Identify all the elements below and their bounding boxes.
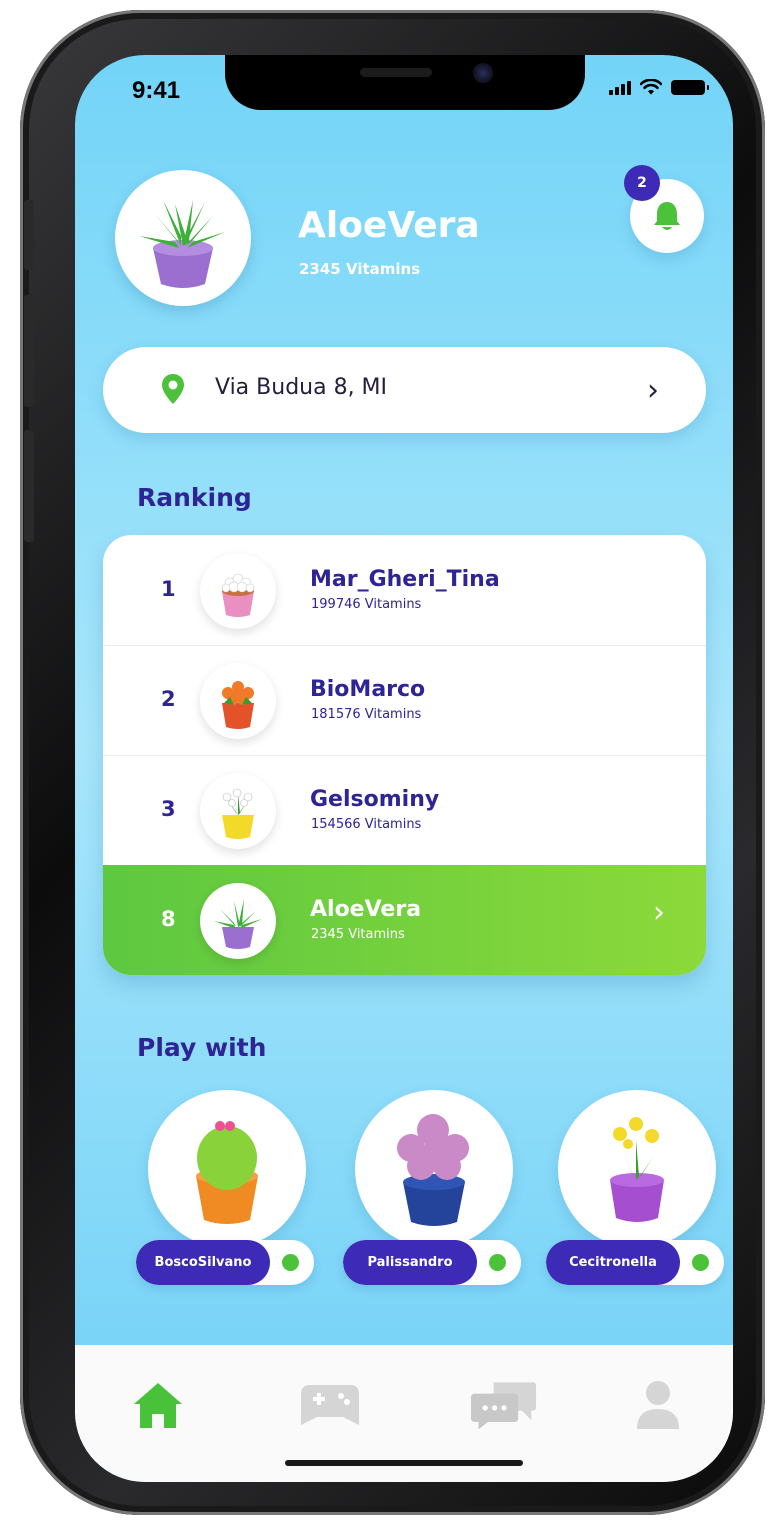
home-icon <box>134 1383 182 1428</box>
location-pin-icon <box>162 374 184 404</box>
ranking-vitamins: 2345 Vitamins <box>311 927 405 942</box>
status-icons <box>609 79 709 95</box>
ranking-position: 3 <box>161 797 176 821</box>
tab-bar <box>75 1345 733 1482</box>
ranking-row[interactable]: 1 Mar_Gheri_Tina 199746 Vitamins <box>103 535 706 646</box>
friend-pill: Palissandro <box>343 1240 521 1285</box>
ranking-position: 8 <box>161 907 176 931</box>
ranking-name: Mar_Gheri_Tina <box>310 567 500 592</box>
home-indicator <box>285 1460 523 1466</box>
volume-up-button <box>24 295 34 407</box>
notch <box>225 55 585 110</box>
ranking-vitamins: 199746 Vitamins <box>311 597 422 612</box>
notification-badge: 2 <box>624 165 660 201</box>
location-address: Via Budua 8, MI <box>215 375 388 400</box>
tab-games[interactable] <box>297 1375 363 1435</box>
friend-name: Cecitronella <box>546 1240 680 1285</box>
status-time: 9:41 <box>132 77 181 104</box>
profile-username: AloeVera <box>298 205 480 246</box>
ranking-name: BioMarco <box>310 677 426 702</box>
palissandro-plant-avatar <box>355 1090 513 1248</box>
ranking-position: 1 <box>161 577 176 601</box>
cactus-plant-avatar <box>148 1090 306 1248</box>
ranking-vitamins: 181576 Vitamins <box>311 707 422 722</box>
ranking-card: 1 Mar_Gheri_Tina 199746 Vitamins 2 BioMa… <box>103 535 706 975</box>
location-selector[interactable]: Via Budua 8, MI › <box>103 347 706 433</box>
jasmine-plant-avatar <box>200 773 276 849</box>
cecitronella-plant-avatar <box>558 1090 716 1248</box>
gamepad-icon <box>301 1385 359 1425</box>
ranking-row-current-user[interactable]: 8 AloeVera 2345 Vitamins › <box>103 865 706 975</box>
mute-switch <box>24 200 34 270</box>
friend-pill: BoscoSilvano <box>136 1240 314 1285</box>
chevron-right-icon: › <box>653 895 665 930</box>
tab-home[interactable] <box>125 1375 191 1435</box>
play-with-title: Play with <box>137 1033 267 1062</box>
ranking-vitamins: 154566 Vitamins <box>311 817 422 832</box>
ranking-position: 2 <box>161 687 176 711</box>
online-status-icon <box>692 1254 709 1271</box>
signal-icon <box>609 79 631 95</box>
aloe-plant-avatar <box>200 883 276 959</box>
daisy-plant-avatar <box>200 553 276 629</box>
friend-name: Palissandro <box>343 1240 477 1285</box>
wifi-icon <box>640 79 662 95</box>
battery-icon <box>671 79 709 95</box>
ranking-title: Ranking <box>137 483 252 512</box>
chevron-right-icon: › <box>647 373 659 408</box>
friend-pill: Cecitronella <box>546 1240 724 1285</box>
front-camera <box>473 63 493 83</box>
profile-avatar[interactable] <box>115 170 251 306</box>
ranking-row[interactable]: 3 Gelsominy 154566 Vitamins <box>103 755 706 865</box>
aloe-plant-icon <box>139 200 225 288</box>
ranking-row[interactable]: 2 BioMarco 181576 Vitamins <box>103 645 706 756</box>
friend-name: BoscoSilvano <box>136 1240 270 1285</box>
ranking-name: Gelsominy <box>310 787 440 812</box>
online-status-icon <box>282 1254 299 1271</box>
speaker <box>360 68 432 77</box>
app-screen: 9:41 AloeVera 2345 Vitamins 2 Via Budua … <box>75 55 733 1482</box>
profile-vitamins: 2345 Vitamins <box>299 260 421 278</box>
ranking-name: AloeVera <box>310 897 422 922</box>
tab-chat[interactable] <box>471 1375 537 1435</box>
orange-flower-avatar <box>200 663 276 739</box>
chat-icon <box>471 1382 537 1430</box>
profile-icon <box>637 1381 679 1429</box>
tab-profile[interactable] <box>625 1375 691 1435</box>
bell-icon <box>654 202 680 230</box>
online-status-icon <box>489 1254 506 1271</box>
volume-down-button <box>24 430 34 542</box>
